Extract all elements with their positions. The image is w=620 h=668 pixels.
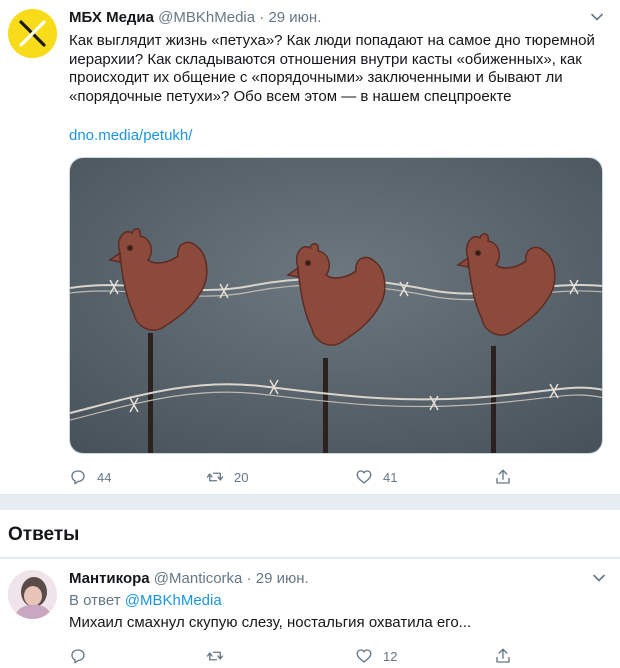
author-avatar[interactable] — [8, 9, 57, 58]
reply-to-line: В ответ @MBKhMedia — [69, 591, 222, 611]
tweet-header: МБХ Медиа @MBKhMedia · 29 июн. — [69, 8, 321, 28]
reply-actions: 12 — [69, 647, 604, 667]
tweet-date[interactable]: 29 июн. — [268, 9, 321, 26]
share-icon — [496, 469, 510, 484]
reply-date[interactable]: 29 июн. — [256, 570, 309, 587]
heart-icon — [356, 470, 372, 484]
share-icon — [496, 648, 510, 663]
reply-author-name[interactable]: Мантикора — [69, 570, 150, 587]
retweet-icon — [206, 472, 224, 482]
reply-icon — [71, 470, 85, 485]
reply-text: Михаил смахнул скупую слезу, ностальгия … — [69, 614, 472, 631]
reply-avatar[interactable] — [8, 570, 57, 619]
share-action[interactable] — [494, 468, 522, 486]
separator-dot: · — [259, 9, 265, 26]
reply-tweet[interactable]: Мантикора @Manticorka · 29 июн. В ответ … — [0, 559, 620, 668]
heart-icon — [356, 649, 372, 663]
reply-to-mention[interactable]: @MBKhMedia — [125, 592, 222, 609]
separator-dot: · — [246, 570, 252, 587]
share-action[interactable] — [494, 647, 522, 665]
like-count: 12 — [383, 648, 398, 664]
user-photo-icon — [8, 570, 57, 619]
answers-section-header: Ответы — [0, 510, 620, 558]
main-tweet[interactable]: МБХ Медиа @MBKhMedia · 29 июн. Как выгля… — [0, 0, 620, 495]
reply-count: 44 — [97, 469, 112, 485]
reply-icon — [71, 649, 85, 664]
author-handle[interactable]: @MBKhMedia — [158, 9, 255, 26]
reply-header: Мантикора @Manticorka · 29 июн. — [69, 569, 309, 589]
retweet-action[interactable]: 20 — [206, 468, 248, 486]
tweet-actions: 44 20 41 — [69, 468, 604, 488]
reply-author-handle[interactable]: @Manticorka — [154, 570, 243, 587]
tweet-image[interactable] — [69, 157, 603, 454]
tweet-text: Как выглядит жизнь «петуха»? Как люди по… — [69, 32, 595, 105]
retweet-icon — [206, 651, 224, 661]
roosters-illustration — [70, 158, 602, 453]
reply-action[interactable]: 44 — [69, 468, 111, 486]
author-name[interactable]: МБХ Медиа — [69, 9, 154, 26]
chevron-down-icon[interactable] — [592, 571, 606, 588]
like-action[interactable]: 12 — [355, 647, 397, 665]
retweet-count: 20 — [234, 469, 249, 485]
reply-action[interactable] — [69, 647, 97, 665]
chevron-down-icon[interactable] — [588, 10, 606, 28]
like-action[interactable]: 41 — [355, 468, 397, 486]
tweet-link[interactable]: dno.media/petukh/ — [69, 126, 192, 146]
mbh-logo-icon — [8, 9, 57, 58]
like-count: 41 — [383, 469, 398, 485]
retweet-action[interactable] — [206, 647, 234, 665]
answers-title: Ответы — [8, 524, 80, 545]
reply-to-label: В ответ — [69, 592, 121, 609]
